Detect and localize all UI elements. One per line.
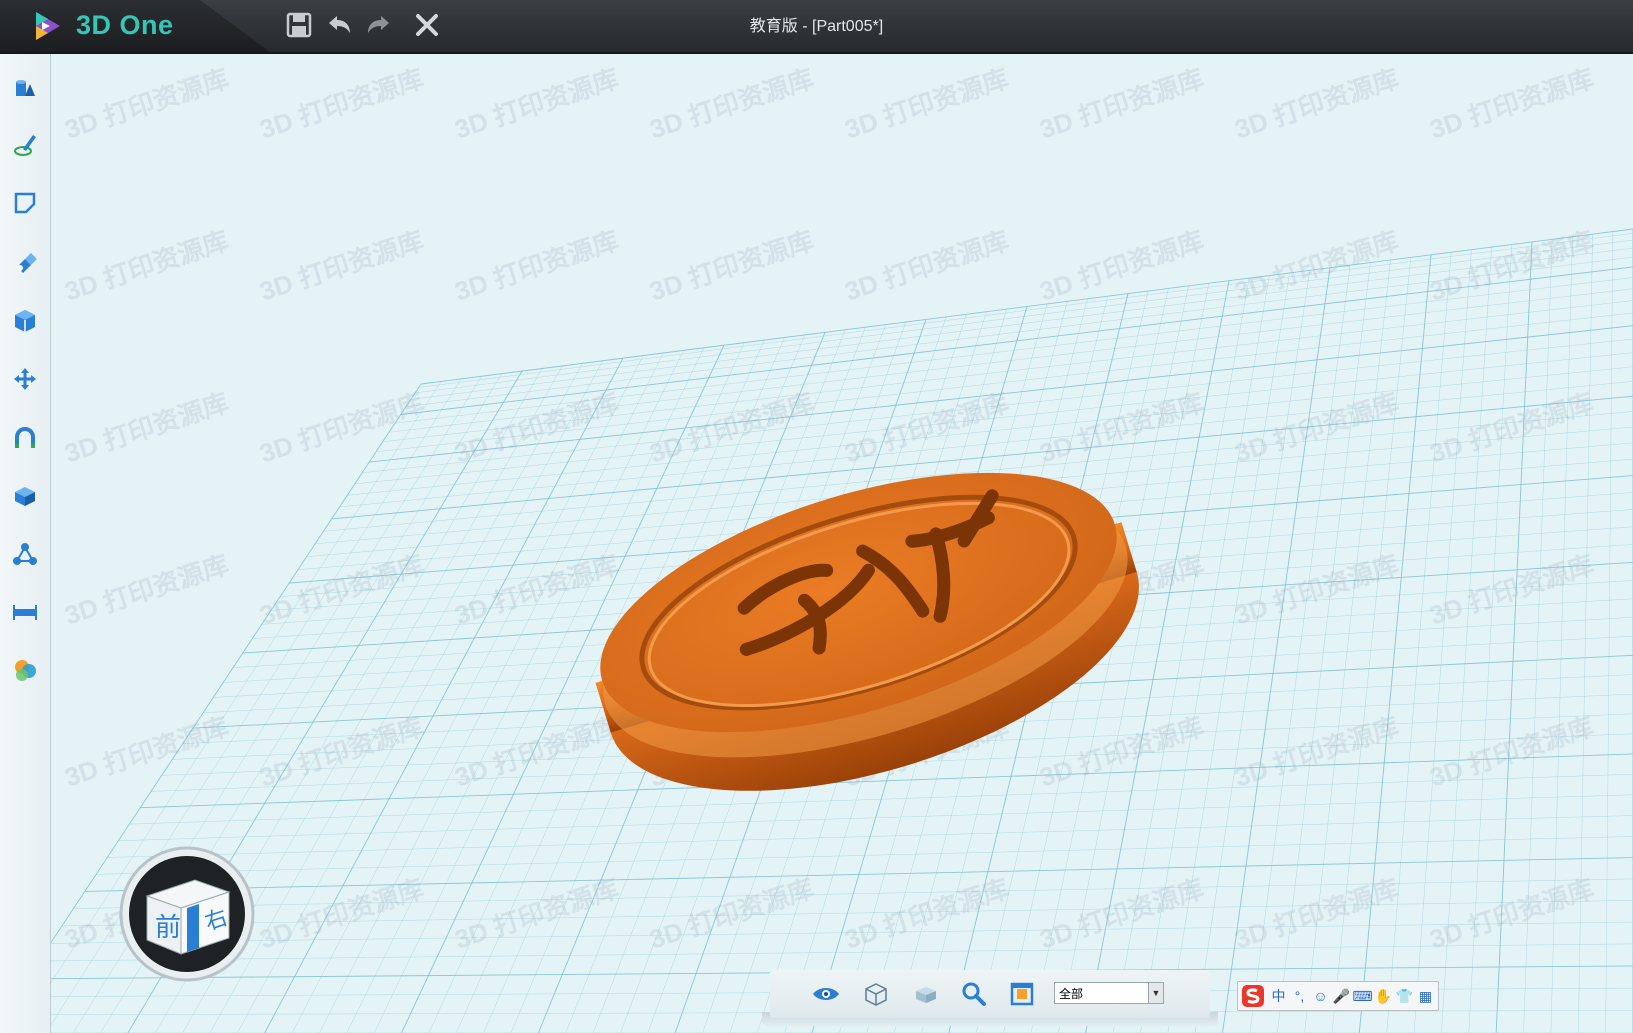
move-button[interactable] [7,361,43,397]
special-function-icon [17,253,37,273]
combine-button[interactable] [7,303,43,339]
measure-icon [13,605,37,620]
ime-skin-icon[interactable]: 👕 [1394,984,1415,1008]
bottom-toolbar: 全部 ▼ [770,970,1210,1018]
ime-punctuation[interactable]: °, [1289,984,1310,1008]
save-icon [286,12,312,38]
viewcube-front-label: 前 [155,913,181,943]
group-icon [15,487,35,506]
basic-solid-icon [16,80,35,96]
measure-button[interactable] [7,594,43,630]
group-button[interactable] [7,478,43,514]
ime-voice-icon[interactable]: 🎤 [1331,984,1352,1008]
magnet-button[interactable] [7,420,43,456]
basic-solid-button[interactable] [7,68,43,104]
view-wireframe-button[interactable] [860,978,892,1010]
array-icon [13,543,37,565]
view-wireframe-icon [865,983,887,1006]
array-button[interactable] [7,536,43,572]
view-shaded-button[interactable] [910,978,942,1010]
chevron-down-icon: ▼ [1148,983,1163,1003]
window-title: 教育版 - [Part005*] [749,18,884,35]
ime-menu-icon[interactable]: ▦ [1415,984,1436,1008]
chess-piece-model[interactable] [51,54,1633,1033]
material-color-button[interactable] [7,652,43,688]
undo-icon [329,16,350,33]
left-toolbar [0,54,51,1033]
selection-filter-value: 全部 [1059,987,1084,1001]
undo-button[interactable] [322,8,356,42]
redo-button[interactable] [362,8,396,42]
edit-sketch-icon [14,192,36,214]
ime-handwriting-icon[interactable]: ✋ [1373,984,1394,1008]
ime-chinese-mode[interactable]: 中 [1268,984,1289,1008]
close-icon [416,14,438,36]
ime-toolbar: 中 °, ☺ 🎤 ⌨ ✋ 👕 ▦ [1237,981,1439,1011]
logo-area: 3D One [0,0,270,52]
move-icon [14,368,36,390]
view-eye-icon [813,988,839,1000]
edit-sketch-button[interactable] [7,185,43,221]
sogou-logo-icon[interactable] [1238,984,1268,1008]
magnet-icon [15,427,35,448]
app-logo-icon [36,12,60,40]
view-shaded-icon [916,987,936,1003]
selection-filter-dropdown[interactable]: 全部 ▼ [1054,982,1164,1004]
fit-view-icon [1010,982,1034,1006]
3d-viewport[interactable]: 3D 打印资源库 3D 打印资源库 3D 打印资源库 3D 打印资源库 3D 打印资源库… [51,54,1633,1033]
zoom-icon [962,982,986,1006]
zoom-button[interactable] [958,978,990,1010]
draw-sketch-icon [14,135,36,156]
close-file-button[interactable] [410,8,444,42]
ime-emoji-icon[interactable]: ☺ [1310,984,1331,1008]
redo-icon [368,16,389,33]
view-cube[interactable]: 前 右 [117,844,257,984]
save-button[interactable] [282,8,316,42]
title-bar: 3D One 教育版 - [Part005*] [0,0,1633,54]
view-eye-button[interactable] [810,978,842,1010]
combine-icon [15,310,35,332]
fit-view-button[interactable] [1006,978,1038,1010]
draw-sketch-button[interactable] [7,127,43,163]
material-color-icon [15,660,36,681]
special-function-button[interactable] [7,243,43,279]
app-name: 3D One [76,10,174,40]
ime-keyboard-icon[interactable]: ⌨ [1352,984,1373,1008]
